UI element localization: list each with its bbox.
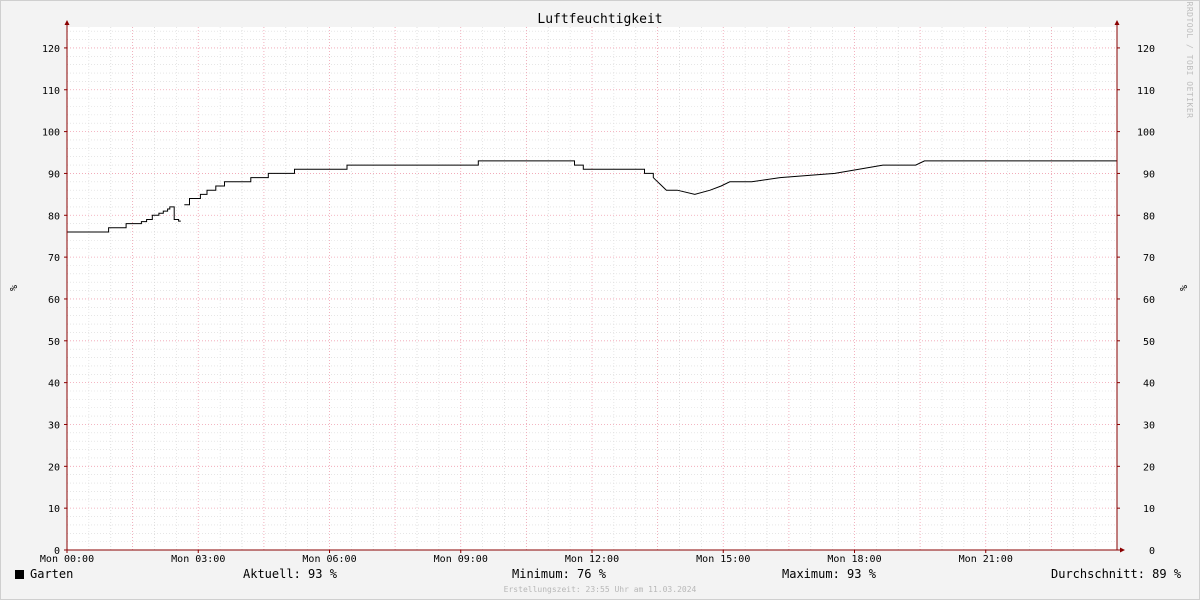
y-tick-label-right: 10 (1143, 504, 1155, 515)
y-tick-label-left: 50 (48, 337, 60, 348)
y-axis-arrow-left (64, 20, 70, 25)
humidity-chart: 0 10 20 30 40 50 60 70 80 90 100 110 120 0 10 20 30 40 50… (7, 2, 1194, 565)
y-tick-label-left: 80 (48, 211, 60, 222)
legend-minimum-value: 76 % (577, 567, 606, 581)
y-tick-label-right: 50 (1143, 337, 1155, 348)
x-tick-label: Mon 12:00 (565, 554, 619, 565)
chart-title: Luftfeuchtigkeit (537, 12, 662, 27)
legend-series-label: Garten (30, 567, 74, 581)
legend-swatch-garten (15, 570, 24, 579)
y-tick-label-right: 20 (1143, 462, 1155, 473)
x-tick-label: Mon 06:00 (302, 554, 356, 565)
y-tick-label-right: 30 (1143, 420, 1155, 431)
x-tick-label: Mon 21:00 (959, 554, 1013, 565)
x-tick-label: Mon 09:00 (434, 554, 488, 565)
legend-aktuell: Aktuell: 93 % (243, 567, 337, 581)
y-tick-label-right: 100 (1137, 128, 1155, 139)
x-tick-label: Mon 18:00 (827, 554, 881, 565)
x-tick-label: Mon 03:00 (171, 554, 225, 565)
watermark: RRDTOOL / TOBI OETIKER (1185, 2, 1194, 119)
x-tick-label: Mon 00:00 (40, 554, 94, 565)
y-tick-label-left: 60 (48, 295, 60, 306)
y-tick-label-left: 10 (48, 504, 60, 515)
y-tick-label-right: 110 (1137, 86, 1155, 97)
legend-maximum-label: Maximum: (782, 567, 840, 581)
y-axis-right: 0 10 20 30 40 50 60 70 80 90 100 110 120 (1117, 44, 1155, 557)
y-tick-label-right: 90 (1143, 169, 1155, 180)
y-tick-label-right: 70 (1143, 253, 1155, 264)
y-tick-label-left: 70 (48, 253, 60, 264)
y-tick-label-left: 100 (42, 128, 60, 139)
y-tick-label-left: 20 (48, 462, 60, 473)
y-axis-arrow-right (1114, 20, 1120, 25)
y-tick-label-right: 60 (1143, 295, 1155, 306)
legend-minimum: Minimum: 76 % (512, 567, 606, 581)
legend-minimum-label: Minimum: (512, 567, 570, 581)
y-tick-label-left: 90 (48, 169, 60, 180)
y-tick-label-left: 40 (48, 379, 60, 390)
y-tick-label-right: 0 (1149, 546, 1155, 557)
x-axis-arrow (1120, 547, 1125, 553)
y-tick-label-right: 40 (1143, 379, 1155, 390)
y-axis-left: 0102030405060708090100110120 (42, 44, 67, 557)
legend-aktuell-value: 93 % (308, 567, 337, 581)
footer-timestamp: Erstellungszeit: 23:55 Uhr am 11.03.2024 (503, 585, 697, 594)
legend-maximum-value: 93 % (847, 567, 876, 581)
y-axis-label-right: % (1177, 285, 1188, 291)
y-tick-label-right: 80 (1143, 211, 1155, 222)
legend-maximum: Maximum: 93 % (782, 567, 876, 581)
legend-durchschnitt-value: 89 % (1152, 567, 1182, 581)
x-tick-label: Mon 15:00 (696, 554, 750, 565)
legend-durchschnitt-label: Durchschnitt: (1051, 567, 1145, 581)
y-tick-label-left: 30 (48, 420, 60, 431)
legend-durchschnitt: Durchschnitt: 89 % (1051, 567, 1181, 581)
y-tick-label-right: 120 (1137, 44, 1155, 55)
y-tick-label-left: 120 (42, 44, 60, 55)
y-tick-label-left: 110 (42, 86, 60, 97)
y-axis-label-left: % (7, 285, 18, 291)
legend-aktuell-label: Aktuell: (243, 567, 301, 581)
x-axis: Mon 00:00 Mon 03:00 Mon 06:00 Mon 09:00 Mon … (40, 550, 1013, 565)
